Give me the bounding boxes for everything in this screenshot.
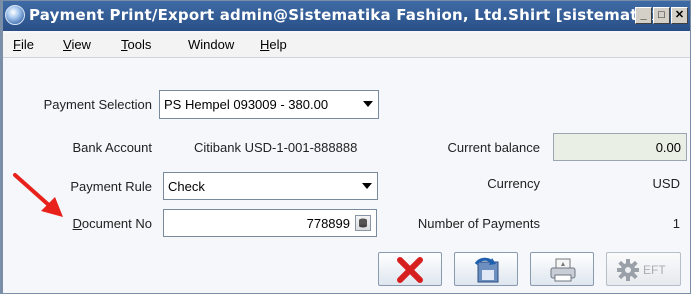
menu-tools-label: ools <box>127 37 152 52</box>
document-no-mnemonic: D <box>72 216 82 231</box>
app-globe-icon <box>5 5 25 25</box>
currency-label: Currency <box>487 176 540 191</box>
menu-view[interactable]: View <box>63 37 91 52</box>
annotation-arrow-icon <box>13 173 63 217</box>
menu-tools[interactable]: Tools <box>121 37 151 52</box>
cancel-x-icon <box>397 257 423 283</box>
cancel-button[interactable] <box>378 252 442 286</box>
document-no-label-text: ocument No <box>81 216 152 231</box>
menu-help-mnemonic: H <box>260 37 270 52</box>
menu-help[interactable]: Help <box>260 37 287 52</box>
menu-help-label: elp <box>269 37 287 52</box>
print-button[interactable] <box>530 252 594 286</box>
window-title: Payment Print/Export admin@Sistematika F… <box>29 6 671 24</box>
document-sequence-button[interactable] <box>355 215 371 231</box>
payment-selection-label: Payment Selection <box>43 97 152 112</box>
current-balance-label: Current balance <box>447 140 541 155</box>
menu-bar: File View Tools Window Help <box>3 33 690 58</box>
gear-icon <box>617 259 639 281</box>
bank-account-label: Bank Account <box>72 140 153 155</box>
chevron-down-icon <box>363 101 373 107</box>
payment-selection-combo[interactable]: PS Hempel 093009 - 380.00 <box>159 90 379 119</box>
bank-account-value: Citibank USD-1-001-888888 <box>194 140 358 155</box>
current-balance-value: 0.00 <box>655 140 681 155</box>
title-bar[interactable]: Payment Print/Export admin@Sistematika F… <box>3 1 690 31</box>
payment-rule-combo[interactable]: Check <box>163 172 378 200</box>
eft-button[interactable]: EFT <box>606 252 681 286</box>
maximize-button[interactable]: □ <box>653 7 670 24</box>
menu-view-label: iew <box>71 37 91 52</box>
eft-label: EFT <box>643 263 666 277</box>
number-of-payments-value: 1 <box>672 216 680 231</box>
minimize-button[interactable]: _ <box>635 7 652 24</box>
database-icon <box>359 218 367 228</box>
menu-file-label: ile <box>20 37 34 52</box>
close-button[interactable]: ✕ <box>671 7 688 24</box>
menu-file-mnemonic: F <box>13 37 21 52</box>
document-no-label: Document No <box>73 216 152 231</box>
payment-rule-label: Payment Rule <box>70 179 152 194</box>
payment-print-export-window: Payment Print/Export admin@Sistematika F… <box>0 0 691 294</box>
currency-value: USD <box>652 176 680 191</box>
chevron-down-icon <box>362 183 372 189</box>
menu-window-label: Window <box>188 37 235 52</box>
document-no-value: 778899 <box>306 216 350 231</box>
printer-icon <box>550 258 576 282</box>
document-no-field[interactable]: 778899 <box>163 209 377 237</box>
export-file-icon <box>474 257 499 283</box>
payment-rule-value: Check <box>168 179 205 194</box>
export-button[interactable] <box>454 252 518 286</box>
number-of-payments-label: Number of Payments <box>417 216 540 231</box>
menu-file[interactable]: File <box>13 37 34 52</box>
current-balance-field: 0.00 <box>553 133 687 161</box>
payment-selection-value: PS Hempel 093009 - 380.00 <box>164 97 329 112</box>
menu-window[interactable]: Window <box>188 37 234 52</box>
